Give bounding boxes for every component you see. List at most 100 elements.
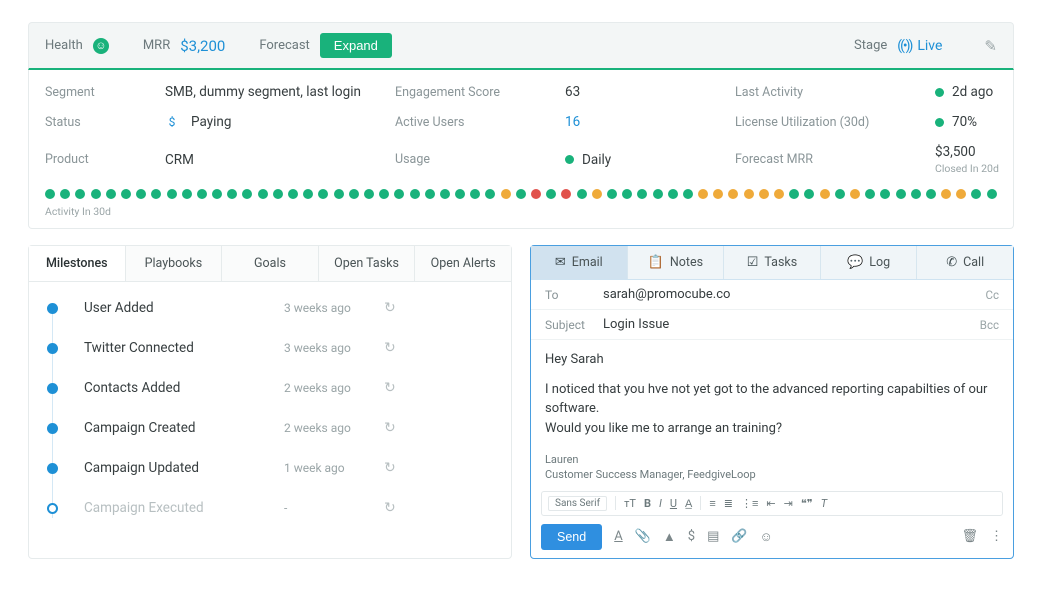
emoji-icon[interactable]: ☺ <box>760 529 773 545</box>
status-value: $ Paying <box>165 114 365 130</box>
template-icon[interactable]: ▤ <box>707 529 719 544</box>
align-icon[interactable]: ≡ <box>709 497 715 510</box>
body-paragraph: I noticed that you hve not yet got to th… <box>545 380 999 419</box>
attachment-icon[interactable]: 📎 <box>635 529 651 544</box>
tab-notes[interactable]: 📋Notes <box>628 246 725 279</box>
refresh-icon[interactable]: ↻ <box>384 380 396 396</box>
subject-value[interactable]: Login Issue <box>603 317 980 332</box>
timeline-dot-icon <box>47 303 58 314</box>
activity-dot-icon <box>379 189 389 199</box>
milestone-time: 1 week ago <box>284 461 384 475</box>
milestone-list: User Added 3 weeks ago ↻ Twitter Connect… <box>29 282 511 528</box>
activity-dot-icon <box>698 189 708 199</box>
health-group: Health ☺ <box>45 38 109 54</box>
subject-field[interactable]: Subject Login Issue Bcc <box>531 310 1013 340</box>
activity-dot-icon <box>364 189 374 199</box>
activity-dot-icon <box>561 189 571 199</box>
body-paragraph: Would you like me to arrange an training… <box>545 419 999 439</box>
bcc-link[interactable]: Bcc <box>980 318 999 332</box>
drive-icon[interactable]: ▲ <box>663 529 676 545</box>
activity-dot-icon <box>258 189 268 199</box>
activity-dot-icon <box>744 189 754 199</box>
activeusers-label: Active Users <box>395 115 535 130</box>
trash-icon[interactable]: 🗑 <box>961 529 978 544</box>
stage-group: Stage ((•)) Live ✎ <box>854 37 997 55</box>
format-toolbar: Sans Serif тT B I U A̲ ≡ ≣ ⋮≡ ⇤ ⇥ ❝❞ T <box>541 491 1003 516</box>
tab-tasks[interactable]: ☑Tasks <box>724 246 821 279</box>
clearformat-icon[interactable]: T <box>821 497 827 510</box>
underline-icon[interactable]: U <box>670 497 677 510</box>
activity-dot-icon <box>151 189 161 199</box>
fontsize-icon[interactable]: тT <box>624 497 636 510</box>
to-field[interactable]: To sarah@promocube.co Cc <box>531 280 1013 310</box>
stage-value[interactable]: ((•)) Live <box>897 38 942 54</box>
tab-open-alerts[interactable]: Open Alerts <box>415 246 511 281</box>
activity-dot-icon <box>804 189 814 199</box>
refresh-icon[interactable]: ↻ <box>384 420 396 436</box>
milestone-name: Contacts Added <box>84 380 284 396</box>
refresh-icon[interactable]: ↻ <box>384 340 396 356</box>
activity-dot-icon <box>637 189 647 199</box>
edit-icon[interactable]: ✎ <box>984 37 997 55</box>
product-label: Product <box>45 152 135 167</box>
italic-icon[interactable]: I <box>659 497 662 510</box>
tab-call[interactable]: ✆Call <box>917 246 1013 279</box>
milestone-row: User Added 3 weeks ago ↻ <box>29 288 511 328</box>
send-button[interactable]: Send <box>541 524 602 550</box>
tab-milestones[interactable]: Milestones <box>29 246 126 281</box>
segment-value: SMB, dummy segment, last login <box>165 84 365 100</box>
licenseutil-value: 70% <box>935 114 1015 130</box>
tab-log[interactable]: 💬Log <box>821 246 918 279</box>
refresh-icon[interactable]: ↻ <box>384 500 396 516</box>
body-greeting: Hey Sarah <box>545 350 999 370</box>
milestone-name: Campaign Updated <box>84 460 284 476</box>
font-select[interactable]: Sans Serif <box>548 496 607 511</box>
milestone-time: 2 weeks ago <box>284 381 384 395</box>
activity-dot-icon <box>820 189 830 199</box>
tab-goals[interactable]: Goals <box>222 246 319 281</box>
milestones-panel: Milestones Playbooks Goals Open Tasks Op… <box>28 245 512 559</box>
subject-label: Subject <box>545 318 603 332</box>
status-dot-icon <box>565 155 574 164</box>
bulletlist-icon[interactable]: ⋮≡ <box>741 497 758 510</box>
activity-dot-icon <box>242 189 252 199</box>
activity-dot-icon <box>75 189 85 199</box>
activity-dot-icon <box>273 189 283 199</box>
activity-dot-icon <box>45 189 55 199</box>
more-menu-icon[interactable]: ⋮ <box>990 529 1003 544</box>
textcolor-icon[interactable]: A̲ <box>685 497 692 510</box>
activity-dot-icon <box>850 189 860 199</box>
quote-icon[interactable]: ❝❞ <box>801 497 813 510</box>
activity-dot-icon <box>91 189 101 199</box>
refresh-icon[interactable]: ↻ <box>384 460 396 476</box>
to-value[interactable]: sarah@promocube.co <box>603 287 985 302</box>
bold-icon[interactable]: B <box>644 497 651 510</box>
indent-icon[interactable]: ⇥ <box>784 497 793 510</box>
dollar-icon[interactable]: $ <box>688 529 695 544</box>
activity-dot-icon <box>789 189 799 199</box>
numberlist-icon[interactable]: ≣ <box>724 497 733 510</box>
refresh-icon[interactable]: ↻ <box>384 300 396 316</box>
expand-button[interactable]: Expand <box>320 33 392 58</box>
tab-email[interactable]: ✉Email <box>531 246 628 279</box>
activity-dot-icon <box>835 189 845 199</box>
link-icon[interactable]: 🔗 <box>731 529 747 544</box>
activity-dot-icon <box>668 189 678 199</box>
activeusers-value[interactable]: 16 <box>565 114 705 130</box>
tab-playbooks[interactable]: Playbooks <box>126 246 223 281</box>
mrr-group: MRR $3,200 <box>143 37 225 55</box>
cc-link[interactable]: Cc <box>985 288 999 302</box>
mrr-value: $3,200 <box>180 37 225 55</box>
activity-dot-icon <box>197 189 207 199</box>
compose-panel: ✉Email 📋Notes ☑Tasks 💬Log ✆Call To sarah… <box>530 245 1014 559</box>
activity-dot-icon <box>60 189 70 199</box>
broadcast-icon: ((•)) <box>897 38 911 54</box>
activity-dot-icon <box>121 189 131 199</box>
outdent-icon[interactable]: ⇤ <box>766 497 775 510</box>
tab-open-tasks[interactable]: Open Tasks <box>319 246 416 281</box>
activity-dot-icon <box>653 189 663 199</box>
email-body[interactable]: Hey Sarah I noticed that you hve not yet… <box>531 340 1013 444</box>
status-dot-icon <box>935 88 944 97</box>
textformat-icon[interactable]: A <box>614 529 622 544</box>
account-header: Health ☺ MRR $3,200 Forecast Expand Stag… <box>28 22 1014 70</box>
